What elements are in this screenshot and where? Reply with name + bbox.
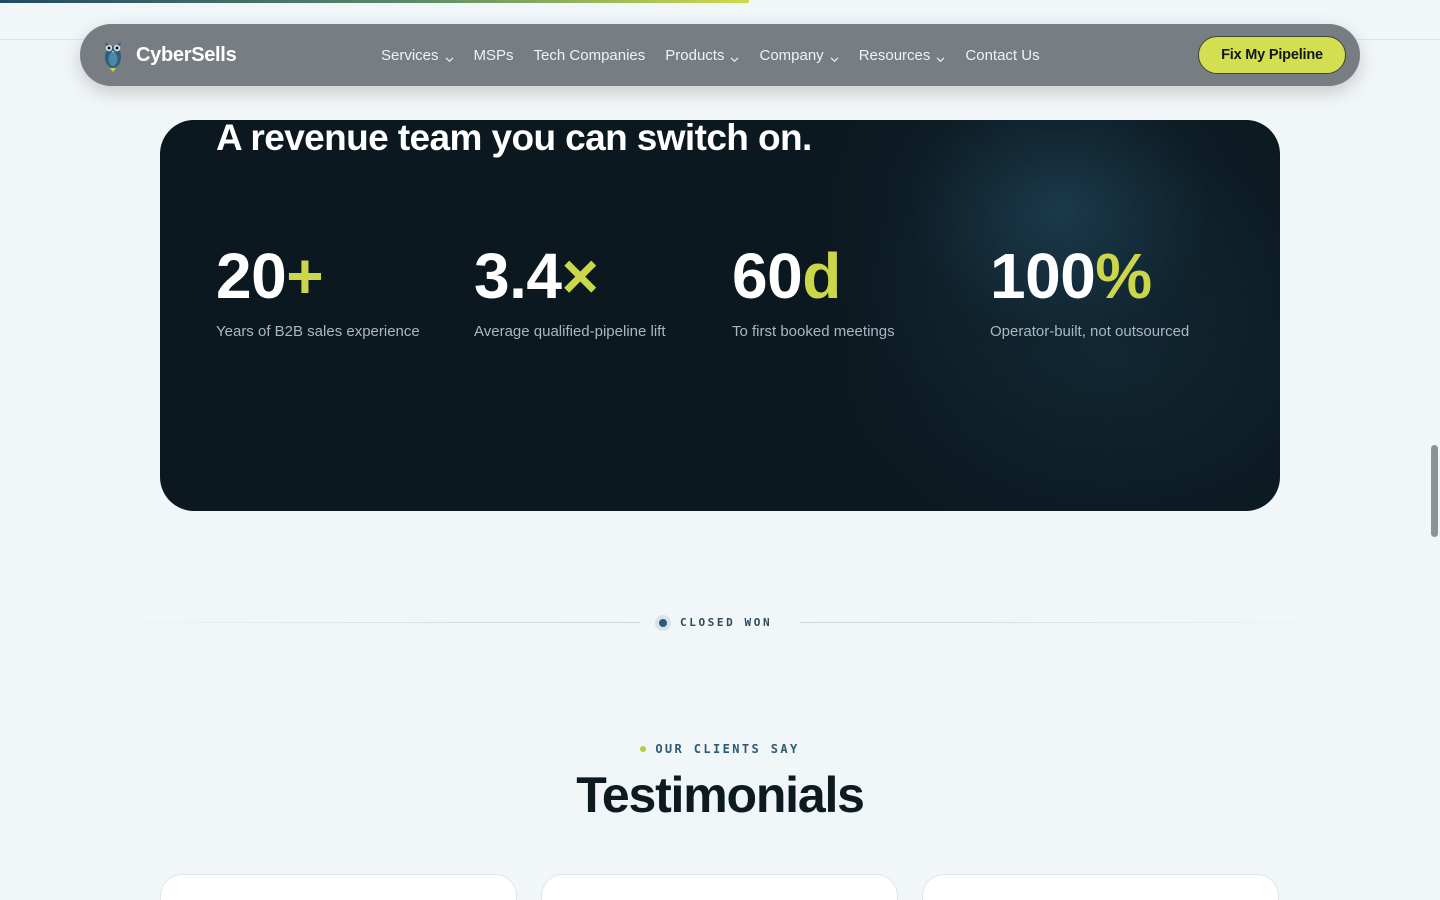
testimonials-title: Testimonials [576,767,865,823]
nav-item-label: Tech Companies [533,46,646,64]
nav-item-resources[interactable]: Resources [859,47,946,64]
stat-accent: × [561,240,599,312]
owl-logo-icon [102,38,124,72]
testimonial-card [541,874,898,900]
nav-item-company[interactable]: Company [759,47,838,64]
fix-my-pipeline-button[interactable]: Fix My Pipeline [1198,36,1346,74]
stat-value: 3.4× [474,242,666,310]
scrollbar-thumb[interactable] [1431,445,1438,537]
nav-item-label: Contact Us [965,46,1040,64]
chevron-down-icon [830,51,839,62]
testimonial-card [922,874,1279,900]
testimonials-eyebrow: OUR CLIENTS SAY [0,742,1440,756]
chevron-down-icon [730,51,739,62]
nav-item-contact-us[interactable]: Contact Us [965,47,1039,64]
nav-item-label: Resources [858,46,931,64]
nav-links: Services MSPs Tech Companies Products Compan… [381,24,1060,86]
stat-label: Average qualified-pipeline lift [474,323,666,340]
chevron-down-icon [936,51,945,62]
stat-pipeline-lift: 3.4× Average qualified-pipeline lift [474,242,666,340]
stat-value: 100% [990,242,1189,310]
stat-number: 100 [990,240,1096,312]
stats-panel: A revenue team you can switch on. 20+ Ye… [160,120,1280,511]
stat-years-experience: 20+ Years of B2B sales experience [216,242,420,340]
section-divider-left [80,622,640,623]
nav-item-products[interactable]: Products [665,47,739,64]
stat-accent: + [286,240,324,312]
stat-first-meetings: 60d To first booked meetings [732,242,895,340]
testimonial-card [160,874,517,900]
nav-item-label: Products [665,46,725,64]
nav-item-label: Services [381,46,439,64]
stat-operator-built: 100% Operator-built, not outsourced [990,242,1189,340]
stat-number: 60 [732,240,803,312]
stat-label: Operator-built, not outsourced [990,323,1190,340]
nav-item-msps[interactable]: MSPs [474,47,514,64]
stat-number: 3.4 [474,240,562,312]
nav-item-label: Company [759,46,824,64]
stat-label: Years of B2B sales experience [216,323,420,340]
section-divider-right [800,622,1360,623]
divider-dot-icon [655,615,671,631]
main-navbar: CyberSells Services MSPs Tech Companies Pro… [80,24,1360,86]
stat-value: 20+ [216,242,420,310]
stat-value: 60d [732,242,895,310]
testimonials-eyebrow-text: OUR CLIENTS SAY [655,742,800,756]
scroll-progress-bar [0,0,1440,3]
stat-number: 20 [216,240,287,312]
stat-label: To first booked meetings [732,323,895,340]
brand-logo-link[interactable]: CyberSells [102,38,237,72]
nav-item-label: MSPs [473,46,514,64]
scroll-progress-fill [0,0,749,3]
nav-item-services[interactable]: Services [381,47,454,64]
divider-label: CLOSED WON [680,616,773,629]
nav-item-tech-companies[interactable]: Tech Companies [534,47,646,64]
bullet-dot-icon [640,745,647,752]
stat-accent: d [802,240,841,312]
stat-accent: % [1095,240,1152,312]
chevron-down-icon [445,51,454,62]
stats-panel-title: A revenue team you can switch on. [216,120,812,158]
brand-name: CyberSells [136,43,237,66]
